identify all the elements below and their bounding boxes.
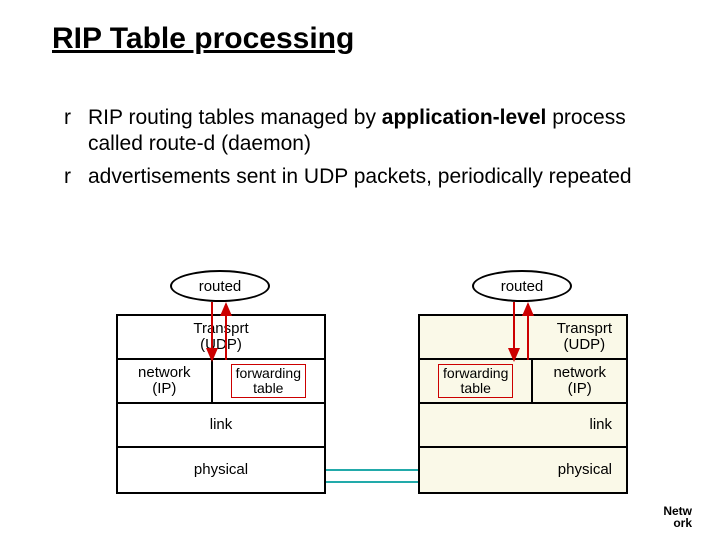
bullet-item: r RIP routing tables managed by applicat…	[64, 105, 644, 158]
left-transport-cell: Transprt (UDP)	[118, 316, 324, 358]
left-network-cell: network (IP)	[118, 360, 213, 402]
bullet-text: advertisements sent in UDP packets, peri…	[88, 164, 632, 190]
bullet-list: r RIP routing tables managed by applicat…	[64, 105, 644, 196]
left-fwd-cell: forwarding table	[213, 360, 324, 402]
left-protocol-stack: Transprt (UDP) network (IP) forwarding t…	[116, 314, 326, 494]
right-fwd-table: forwarding table	[438, 364, 513, 397]
slide-title: RIP Table processing	[52, 22, 354, 56]
bullet-marker: r	[64, 105, 88, 158]
right-fwd-cell: forwarding table	[420, 360, 533, 402]
right-protocol-stack: Transprt (UDP) forwarding table network …	[418, 314, 628, 494]
routed-right-label: routed	[472, 270, 572, 302]
bullet-marker: r	[64, 164, 88, 190]
right-physical-cell: physical	[420, 448, 626, 492]
routed-left-label: routed	[170, 270, 270, 302]
left-fwd-table: forwarding table	[231, 364, 306, 397]
right-link-cell: link	[420, 404, 626, 446]
slide-footer: Network	[663, 505, 692, 530]
right-network-cell: network (IP)	[533, 360, 626, 402]
bullet-item: r advertisements sent in UDP packets, pe…	[64, 164, 644, 190]
left-link-cell: link	[118, 404, 324, 446]
left-physical-cell: physical	[118, 448, 324, 492]
right-transport-cell: Transprt (UDP)	[420, 316, 626, 358]
bullet-text: RIP routing tables managed by applicatio…	[88, 105, 644, 158]
